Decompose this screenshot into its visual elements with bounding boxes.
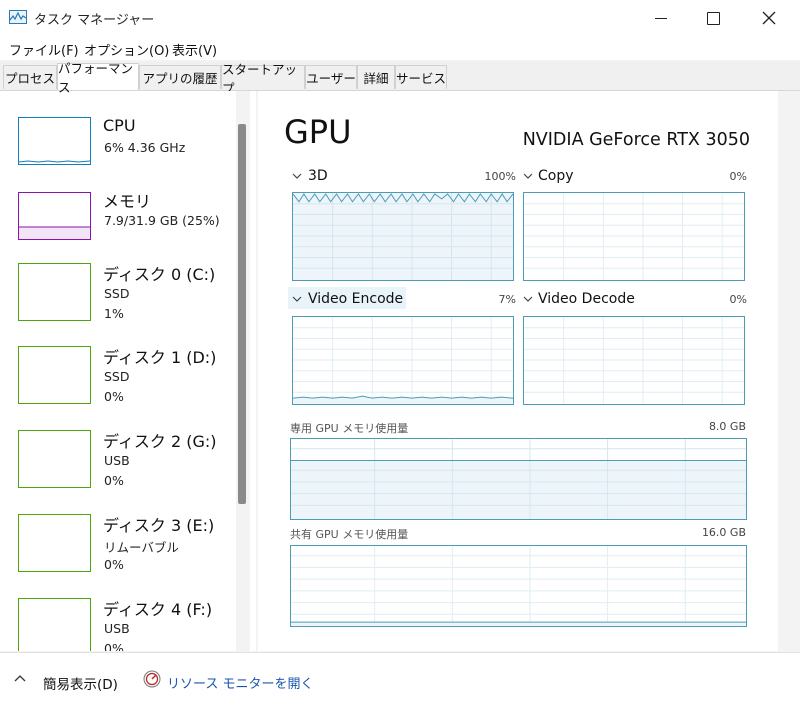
chevron-down-icon[interactable] [523, 295, 533, 303]
resource-monitor-icon [143, 670, 161, 688]
disk-thumbnail-graph [18, 346, 91, 404]
resource-sidebar: CPU 6% 4.36 GHz メモリ 7.9/31.9 GB (25%) ディ… [0, 91, 256, 651]
close-icon [762, 11, 776, 25]
sidebar-item-name: メモリ [103, 192, 152, 211]
gpu-detail-panel: GPU NVIDIA GeForce RTX 3050 3D 100% Copy… [258, 91, 778, 651]
close-button[interactable] [744, 0, 794, 36]
sidebar-item-type: USB [104, 453, 130, 468]
sidebar-item-disk-2[interactable]: ディスク 2 (G:) USB 0% [0, 423, 236, 507]
sidebar-item-detail: 7.9/31.9 GB (25%) [104, 213, 220, 228]
maximize-button[interactable] [688, 0, 738, 36]
shared-memory-label: 共有 GPU メモリ使用量 [290, 528, 409, 541]
sidebar-item-type: リムーバブル [104, 540, 179, 555]
engine-3d-percent: 100% [484, 170, 516, 183]
sidebar-item-name: ディスク 4 (F:) [103, 600, 213, 619]
engine-video-encode-graph [292, 316, 514, 405]
tab-app-history[interactable]: アプリの履歴 [139, 65, 221, 89]
chevron-up-icon[interactable] [13, 673, 27, 683]
gpu-device-name: NVIDIA GeForce RTX 3050 [522, 130, 750, 150]
engine-video-encode-percent: 7% [498, 293, 516, 306]
tab-startup[interactable]: スタートアップ [221, 62, 305, 96]
window-title: タスク マネージャー [34, 13, 155, 28]
disk-thumbnail-graph [18, 598, 91, 651]
shared-memory-max: 16.0 GB [701, 526, 746, 539]
menu-bar: ファイル(F) オプション(O) 表示(V) [0, 36, 800, 60]
disk-thumbnail-graph [18, 430, 91, 488]
engine-video-encode-selector[interactable]: Video Encode [308, 291, 403, 307]
sidebar-item-disk-3[interactable]: ディスク 3 (E:) リムーバブル 0% [0, 507, 236, 591]
sidebar-item-type: SSD [104, 369, 130, 384]
sidebar-item-usage: 0% [104, 557, 124, 572]
disk-thumbnail-graph [18, 263, 91, 321]
tab-details[interactable]: 詳細 [357, 65, 395, 89]
main-scroll-track[interactable] [779, 91, 800, 651]
sidebar-scrollbar-thumb[interactable] [238, 124, 246, 504]
menu-view[interactable]: 表示(V) [172, 40, 217, 59]
sidebar-item-name: ディスク 2 (G:) [103, 432, 217, 451]
task-manager-icon [9, 10, 27, 24]
chevron-down-icon[interactable] [292, 295, 302, 303]
sidebar-item-name: CPU [103, 116, 136, 135]
sidebar-item-name: ディスク 1 (D:) [103, 348, 217, 367]
open-resource-monitor-link[interactable]: リソース モニターを開く [167, 673, 313, 692]
footer-bar: 簡易表示(D) リソース モニターを開く [0, 652, 800, 712]
engine-video-decode-selector[interactable]: Video Decode [538, 291, 635, 307]
shared-memory-graph [290, 545, 747, 627]
engine-3d-selector[interactable]: 3D [308, 168, 328, 184]
chevron-down-icon[interactable] [292, 172, 302, 180]
tab-performance[interactable]: パフォーマンス [57, 61, 139, 95]
sidebar-item-disk-0[interactable]: ディスク 0 (C:) SSD 1% [0, 255, 236, 339]
sidebar-item-cpu[interactable]: CPU 6% 4.36 GHz [0, 107, 236, 191]
memory-thumbnail-graph [18, 192, 91, 240]
maximize-icon [706, 11, 720, 25]
engine-copy-selector[interactable]: Copy [538, 168, 574, 184]
engine-3d-graph [292, 192, 514, 281]
fewer-details-button[interactable]: 簡易表示(D) [43, 673, 118, 693]
tab-processes[interactable]: プロセス [3, 65, 57, 89]
dedicated-memory-label: 専用 GPU メモリ使用量 [290, 422, 409, 435]
sidebar-item-disk-1[interactable]: ディスク 1 (D:) SSD 0% [0, 339, 236, 423]
engine-copy-percent: 0% [729, 170, 747, 183]
sidebar-item-type: SSD [104, 286, 130, 301]
title-bar: タスク マネージャー [0, 0, 800, 36]
sidebar-item-usage: 0% [104, 641, 124, 651]
tab-users[interactable]: ユーザー [305, 65, 357, 89]
sidebar-item-disk-4[interactable]: ディスク 4 (F:) USB 0% [0, 591, 236, 651]
sidebar-item-usage: 0% [104, 473, 124, 488]
page-title: GPU [284, 113, 352, 151]
minimize-icon [655, 17, 667, 19]
tab-bar: プロセス パフォーマンス アプリの履歴 スタートアップ ユーザー 詳細 サービス [0, 61, 800, 96]
engine-copy-graph [523, 192, 745, 281]
engine-video-decode-graph [523, 316, 745, 405]
dedicated-memory-graph [290, 438, 747, 520]
sidebar-item-detail: 6% 4.36 GHz [104, 140, 186, 155]
cpu-thumbnail-graph [18, 117, 91, 165]
menu-file[interactable]: ファイル(F) [9, 40, 79, 59]
sidebar-item-usage: 0% [104, 389, 124, 404]
sidebar-item-name: ディスク 0 (C:) [103, 265, 216, 284]
chevron-down-icon[interactable] [523, 172, 533, 180]
sidebar-item-type: USB [104, 621, 130, 636]
sidebar-item-usage: 1% [104, 306, 124, 321]
minimize-button[interactable] [636, 0, 686, 36]
engine-video-decode-percent: 0% [729, 293, 747, 306]
menu-options[interactable]: オプション(O) [84, 40, 169, 59]
dedicated-memory-max: 8.0 GB [708, 420, 746, 433]
sidebar-item-name: ディスク 3 (E:) [103, 516, 215, 535]
tab-services[interactable]: サービス [395, 65, 447, 89]
disk-thumbnail-graph [18, 514, 91, 572]
